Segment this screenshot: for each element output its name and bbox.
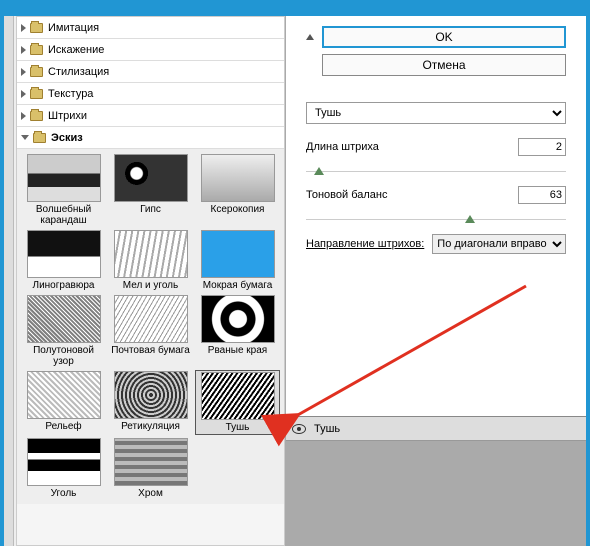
chevron-right-icon xyxy=(21,46,26,54)
folder-icon xyxy=(30,111,43,121)
filter-thumb[interactable]: Ретикуляция xyxy=(108,370,193,435)
layer-name: Тушь xyxy=(314,423,340,435)
filter-thumb[interactable]: Рельеф xyxy=(21,370,106,435)
category-stylize[interactable]: Стилизация xyxy=(17,61,284,83)
filter-thumb[interactable]: Почтовая бумага xyxy=(108,294,193,368)
stroke-direction-label: Направление штрихов: xyxy=(306,238,424,250)
category-sketch[interactable]: Эскиз xyxy=(17,127,284,149)
tone-balance-input[interactable] xyxy=(518,186,566,204)
category-imitation[interactable]: Имитация xyxy=(17,17,284,39)
category-label: Текстура xyxy=(48,88,93,100)
stroke-length-input[interactable] xyxy=(518,138,566,156)
cancel-button[interactable]: Отмена xyxy=(322,54,566,76)
ok-button[interactable]: OK xyxy=(322,26,566,48)
collapse-toggle-icon[interactable] xyxy=(306,34,314,40)
category-texture[interactable]: Текстура xyxy=(17,83,284,105)
chevron-down-icon xyxy=(21,135,29,140)
folder-icon xyxy=(33,133,46,143)
category-strokes[interactable]: Штрихи xyxy=(17,105,284,127)
filter-thumb[interactable]: Мокрая бумага xyxy=(195,229,280,292)
filter-thumb[interactable]: Гипс xyxy=(108,153,193,227)
filter-thumb[interactable]: Волшебный карандаш xyxy=(21,153,106,227)
filter-thumb[interactable]: Рваные края xyxy=(195,294,280,368)
effect-layers-panel: Тушь xyxy=(286,416,586,546)
stroke-length-slider[interactable] xyxy=(306,158,566,172)
stroke-length-label: Длина штриха xyxy=(306,141,379,153)
filter-thumb[interactable]: Хром xyxy=(108,437,193,500)
category-label: Имитация xyxy=(48,22,99,34)
category-label: Искажение xyxy=(48,44,104,56)
filter-thumb[interactable]: Ксерокопия xyxy=(195,153,280,227)
category-label: Эскиз xyxy=(51,132,83,144)
folder-icon xyxy=(30,45,43,55)
filter-thumbnails: Волшебный карандаш Гипс Ксерокопия Линог… xyxy=(17,149,284,504)
filter-thumb[interactable]: Линогравюра xyxy=(21,229,106,292)
folder-icon xyxy=(30,89,43,99)
filter-thumb[interactable]: Полутоновой узор xyxy=(21,294,106,368)
category-label: Штрихи xyxy=(48,110,87,122)
category-distort[interactable]: Искажение xyxy=(17,39,284,61)
filter-thumb[interactable]: Уголь xyxy=(21,437,106,500)
effect-layer-row[interactable]: Тушь xyxy=(286,417,586,441)
visibility-eye-icon[interactable] xyxy=(292,424,306,434)
filter-thumb[interactable]: Мел и уголь xyxy=(108,229,193,292)
tone-balance-slider[interactable] xyxy=(306,206,566,220)
filter-thumb-selected[interactable]: Тушь xyxy=(195,370,280,435)
chevron-right-icon xyxy=(21,68,26,76)
chevron-right-icon xyxy=(21,112,26,120)
stroke-direction-select[interactable]: По диагонали вправо xyxy=(432,234,566,254)
chevron-right-icon xyxy=(21,24,26,32)
chevron-right-icon xyxy=(21,90,26,98)
filter-select[interactable]: Тушь xyxy=(306,102,566,124)
folder-icon xyxy=(30,67,43,77)
folder-icon xyxy=(30,23,43,33)
tone-balance-label: Тоновой баланс xyxy=(306,189,388,201)
filter-category-list: Имитация Искажение Стилизация Текстура Ш xyxy=(16,16,285,546)
category-label: Стилизация xyxy=(48,66,109,78)
